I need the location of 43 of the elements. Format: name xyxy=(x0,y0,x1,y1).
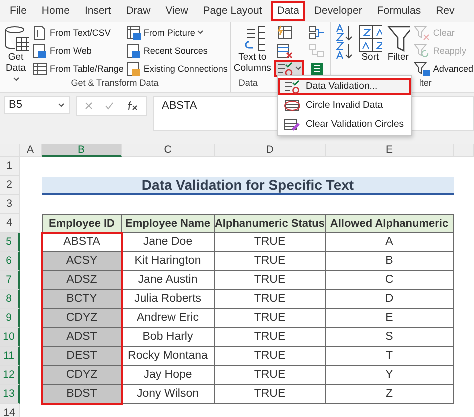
table-cell: S xyxy=(326,328,454,347)
table-cell: Andrew Eric xyxy=(122,309,215,328)
table-cell: Z xyxy=(326,385,454,404)
group-label: Data xyxy=(238,78,258,90)
table-cell: B xyxy=(326,252,454,271)
table-cell: Rocky Montana xyxy=(122,347,215,366)
table-cell: T xyxy=(326,347,454,366)
table-cell: Y xyxy=(326,366,454,385)
table-cell: TRUE xyxy=(215,347,326,366)
table-cell: DEST xyxy=(42,347,122,366)
table-cell: CDYZ xyxy=(42,309,122,328)
table-cell: Bob Harly xyxy=(122,328,215,347)
table-cell: A xyxy=(326,233,454,252)
table-cell: TRUE xyxy=(215,309,326,328)
table-cell: Kit Harington xyxy=(122,252,215,271)
table-cell: BDST xyxy=(42,385,122,404)
table-cell: Jony Wilson xyxy=(122,385,215,404)
table-cell: ADST xyxy=(42,328,122,347)
sheet-title: Data Validation for Specific Text xyxy=(42,177,454,195)
header-cell: Alphanumeric Status xyxy=(215,214,326,233)
table-cell: D xyxy=(326,290,454,309)
table-cell: CDYZ xyxy=(42,366,122,385)
table-cell: TRUE xyxy=(215,385,326,404)
table-cell: TRUE xyxy=(215,252,326,271)
table-cell: ADSZ xyxy=(42,271,122,290)
header-cell: Allowed Alphanumeric xyxy=(326,214,454,233)
group-label: Get & Transform Data xyxy=(71,78,159,90)
table-cell: Jane Doe xyxy=(122,233,215,252)
table-cell: TRUE xyxy=(215,328,326,347)
table-cell: Jay Hope xyxy=(122,366,215,385)
table-cell: BCTY xyxy=(42,290,122,309)
group-label: lter xyxy=(419,78,432,90)
table-cell: Jane Austin xyxy=(122,271,215,290)
table-cell: Julia Roberts xyxy=(122,290,215,309)
table-cell: C xyxy=(326,271,454,290)
table-cell: TRUE xyxy=(215,366,326,385)
table-cell: TRUE xyxy=(215,290,326,309)
table-cell: E xyxy=(326,309,454,328)
header-cell: Employee Name xyxy=(122,214,215,233)
table-cell: TRUE xyxy=(215,233,326,252)
table-cell: TRUE xyxy=(215,271,326,290)
header-cell: Employee ID xyxy=(42,214,122,233)
table-cell: ACSY xyxy=(42,252,122,271)
